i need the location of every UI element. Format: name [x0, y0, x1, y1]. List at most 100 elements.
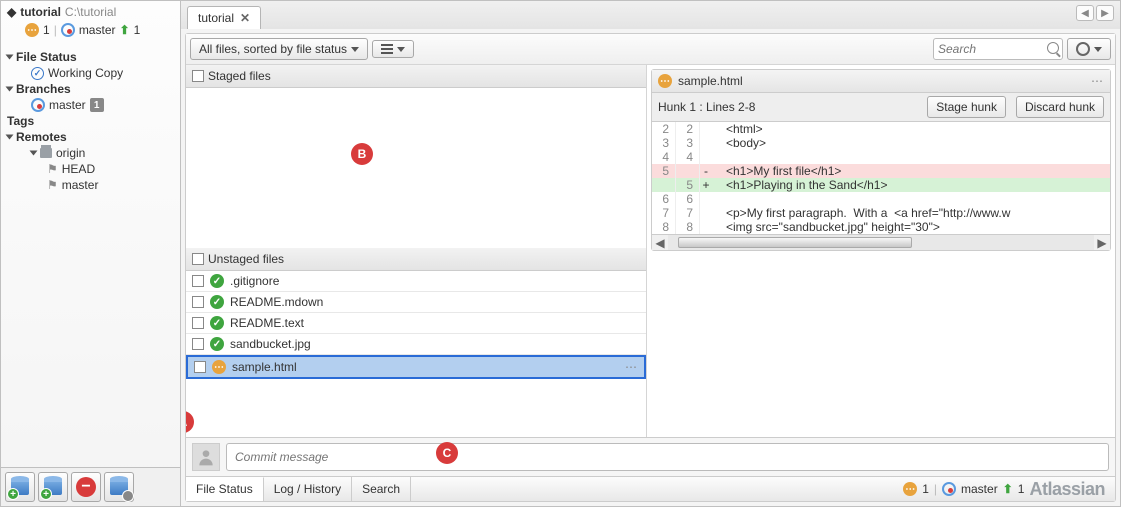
- stage-hunk-button[interactable]: Stage hunk: [927, 96, 1006, 118]
- pending-count: 1: [922, 482, 929, 496]
- view-mode-button[interactable]: [372, 40, 414, 58]
- clean-icon: ✓: [210, 316, 224, 330]
- nav-tree: File Status ✓Working Copy Branches maste…: [1, 43, 180, 467]
- branch-master[interactable]: master 1: [7, 97, 174, 113]
- repo-header[interactable]: ◆ tutorial C:\tutorial: [1, 1, 180, 23]
- main-area: tutorial ✕ ◀ ▶ All files, sorted by file…: [181, 1, 1120, 506]
- modified-icon: ⋯: [212, 360, 226, 374]
- diff-line: 44: [652, 150, 1110, 164]
- pending-icon: ⋯: [903, 482, 917, 496]
- settings-button[interactable]: [104, 472, 134, 502]
- tab-file-status[interactable]: File Status: [186, 477, 264, 501]
- ahead-icon: ⬆: [1003, 482, 1013, 496]
- add-button[interactable]: +: [38, 472, 68, 502]
- marker-c: C: [436, 442, 458, 464]
- diff-line: 22 <html>: [652, 122, 1110, 136]
- working-copy[interactable]: ✓Working Copy: [7, 65, 174, 81]
- repo-path: C:\tutorial: [65, 5, 116, 19]
- tab-search[interactable]: Search: [352, 477, 411, 501]
- file-name: sample.html: [232, 360, 297, 374]
- file-status-section[interactable]: File Status: [7, 49, 174, 65]
- h-scrollbar[interactable]: ◀▶: [652, 234, 1110, 250]
- search-icon: [1047, 42, 1059, 54]
- remote-head[interactable]: ⚑HEAD: [7, 161, 174, 177]
- diff-line: 77 <p>My first paragraph. With a <a href…: [652, 206, 1110, 220]
- pending-count: 1: [43, 23, 50, 37]
- tab-log-history[interactable]: Log / History: [264, 477, 352, 501]
- file-name: sandbucket.jpg: [230, 337, 311, 351]
- close-icon[interactable]: ✕: [240, 11, 250, 25]
- ahead-count: 1: [1018, 482, 1025, 496]
- clone-button[interactable]: +: [5, 472, 35, 502]
- repo-icon: ◆: [7, 5, 16, 19]
- modified-icon: ⋯: [658, 74, 672, 88]
- checkbox[interactable]: [192, 253, 204, 265]
- diff-body[interactable]: 22 <html>33 <body>44 5- <h1>My first fil…: [652, 122, 1110, 234]
- diff-line: 5+ <h1>Playing in the Sand</h1>: [652, 178, 1110, 192]
- repo-status: ⋯ 1 | master ⬆ 1: [1, 23, 180, 43]
- remote-master[interactable]: ⚑master: [7, 177, 174, 193]
- file-name: README.text: [230, 316, 304, 330]
- filter-dropdown[interactable]: All files, sorted by file status: [190, 38, 368, 60]
- clean-icon: ✓: [210, 295, 224, 309]
- file-row[interactable]: ⋯ sample.html ⋯: [186, 355, 646, 379]
- diff-filename: sample.html: [678, 74, 743, 88]
- tab-tutorial[interactable]: tutorial ✕: [187, 6, 261, 29]
- sidebar: ◆ tutorial C:\tutorial ⋯ 1 | master ⬆ 1 …: [1, 1, 181, 506]
- file-row[interactable]: ✓ README.text: [186, 313, 646, 334]
- checkbox[interactable]: [194, 361, 206, 373]
- check-icon: ✓: [31, 67, 44, 80]
- staged-files-list: B: [186, 88, 646, 248]
- checkbox[interactable]: [192, 317, 204, 329]
- commit-message-input[interactable]: [226, 443, 1109, 471]
- diff-line: 88 <img src="sandbucket.jpg" height="30"…: [652, 220, 1110, 234]
- unstaged-header[interactable]: Unstaged files: [186, 248, 646, 271]
- repo-name: tutorial: [20, 5, 61, 19]
- branch-name: master: [961, 482, 998, 496]
- tab-label: tutorial: [198, 11, 234, 25]
- checkbox[interactable]: [192, 70, 204, 82]
- branch-icon: [61, 23, 75, 37]
- commit-area: C: [186, 437, 1115, 476]
- file-name: README.mdown: [230, 295, 323, 309]
- staged-header[interactable]: Staged files: [186, 65, 646, 88]
- diff-line: 5- <h1>My first file</h1>: [652, 164, 1110, 178]
- search-input[interactable]: [933, 38, 1063, 60]
- diff-line: 33 <body>: [652, 136, 1110, 150]
- file-row[interactable]: ✓ README.mdown: [186, 292, 646, 313]
- checkbox[interactable]: [192, 275, 204, 287]
- branch-icon: [942, 482, 956, 496]
- footer: File Status Log / History Search ⋯ 1 | m…: [186, 476, 1115, 501]
- branch-icon: [31, 98, 45, 112]
- branch-name: master: [79, 23, 116, 37]
- checkbox[interactable]: [192, 296, 204, 308]
- clean-icon: ✓: [210, 337, 224, 351]
- nav-prev-button[interactable]: ◀: [1076, 5, 1094, 21]
- remotes-section[interactable]: Remotes: [7, 129, 174, 145]
- more-icon[interactable]: ⋯: [1091, 74, 1104, 88]
- marker-a: A: [186, 411, 194, 433]
- bottom-toolbar: + + −: [1, 467, 180, 506]
- hunk-bar: Hunk 1 : Lines 2-8 Stage hunk Discard hu…: [652, 93, 1110, 122]
- more-icon[interactable]: ⋯: [625, 360, 638, 374]
- remove-button[interactable]: −: [71, 472, 101, 502]
- discard-hunk-button[interactable]: Discard hunk: [1016, 96, 1104, 118]
- remote-origin[interactable]: origin: [7, 145, 174, 161]
- diff-header: ⋯ sample.html ⋯: [652, 70, 1110, 93]
- unstaged-files-list: A ✓.gitignore ✓ README.mdown ✓ README.text ✓ s…: [186, 271, 646, 437]
- branches-section[interactable]: Branches: [7, 81, 174, 97]
- diff-pane: ⋯ sample.html ⋯ Hunk 1 : Lines 2-8 Stage…: [647, 65, 1115, 437]
- pending-icon: ⋯: [25, 23, 39, 37]
- ahead-icon: ⬆: [120, 23, 130, 37]
- nav-next-button[interactable]: ▶: [1096, 5, 1114, 21]
- ahead-count: 1: [134, 23, 141, 37]
- tags-section[interactable]: Tags: [7, 113, 174, 129]
- file-row[interactable]: ✓ sandbucket.jpg: [186, 334, 646, 355]
- marker-b: B: [351, 143, 373, 165]
- settings-dropdown[interactable]: [1067, 38, 1111, 60]
- file-row[interactable]: ✓.gitignore: [186, 271, 646, 292]
- brand-logo: Atlassian: [1029, 479, 1105, 500]
- files-pane: Staged files B Unstaged files A ✓.gitign…: [186, 65, 647, 437]
- checkbox[interactable]: [192, 338, 204, 350]
- avatar: [192, 443, 220, 471]
